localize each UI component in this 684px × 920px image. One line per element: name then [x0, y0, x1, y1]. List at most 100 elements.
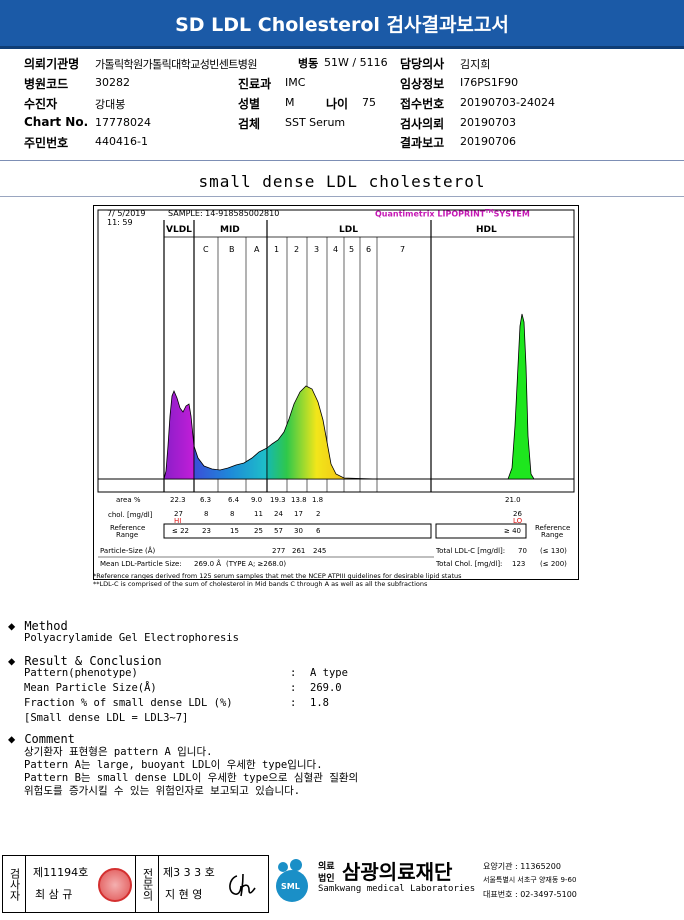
band-4: 4 [333, 245, 339, 254]
band-6: 6 [366, 245, 372, 254]
clinical-value: I76PS1F90 [460, 76, 519, 89]
diamond-bullet-icon: ◆ [8, 619, 16, 633]
report-footnotes: *Reference ranges derived from 125 serum… [93, 572, 462, 588]
band-5: 5 [349, 245, 355, 254]
area-b: 6.4 [228, 496, 240, 504]
mean-size-value: 269.0 Å [194, 560, 222, 568]
patient-label: 수진자 [24, 97, 58, 111]
peak-vldl [163, 389, 195, 480]
method-heading: Method [24, 619, 68, 633]
ref-a: 25 [254, 527, 263, 535]
inst-label: 의뢰기관명 [24, 57, 80, 71]
band-a: A [254, 245, 260, 254]
ref-hdl: ≥ 40 [504, 527, 521, 535]
peak-ldl [266, 385, 378, 480]
company-address: 서울특별시 서초구 양재동 9-60 [483, 876, 577, 884]
company-name: 삼광의료재단 [342, 860, 453, 884]
request-value: 20190703 [460, 116, 516, 129]
diamond-bullet-icon: ◆ [8, 732, 16, 746]
report-title: SD LDL Cholesterol 검사결과보고서 [0, 0, 684, 49]
specimen-label: 검체 [238, 117, 261, 131]
examiner-label: 검사자 [3, 856, 26, 912]
seal-stamp-icon [98, 868, 132, 902]
band-c: C [203, 245, 209, 254]
group-ldl: LDL [339, 225, 358, 235]
hi-flag: HI [174, 517, 182, 525]
chart-no-value: 17778024 [95, 116, 151, 129]
footnote-1: *Reference ranges derived from 125 serum… [93, 572, 462, 580]
ref-2: 30 [294, 527, 303, 535]
ref-1: 57 [274, 527, 283, 535]
separator-line [0, 160, 684, 161]
sex-label: 성별 [238, 97, 261, 111]
chol-a: 11 [254, 510, 263, 518]
rrn-value: 440416-1 [95, 135, 148, 148]
examiner-name: 최 삼 규 [35, 888, 73, 901]
chart-no-label: Chart No. [24, 115, 89, 129]
result-colon: : [290, 682, 297, 694]
area-vldl: 22.3 [170, 496, 186, 504]
result-label-pattern: Pattern(phenotype) [24, 667, 138, 679]
age-label: 나이 [326, 97, 349, 111]
total-chol-value: 123 [512, 560, 526, 568]
band-7: 7 [400, 245, 406, 254]
chol-label: chol. [mg/dl] [108, 511, 153, 519]
chart-heading: small dense LDL cholesterol [198, 172, 486, 191]
group-vldl: VLDL [166, 225, 192, 235]
ref-vldl: ≤ 22 [172, 527, 189, 535]
chol-1: 24 [274, 510, 283, 518]
area-c: 6.3 [200, 496, 212, 504]
area-a: 9.0 [251, 496, 263, 504]
company-logo: SML [272, 858, 310, 902]
result-label-fraction: Fraction % of small dense LDL (%) [24, 697, 233, 709]
method-text: Polyacrylamide Gel Electrophoresis [24, 632, 239, 644]
specialist-label: 전문의 [135, 856, 159, 912]
ref-label-right-2: Range [541, 531, 564, 539]
total-ldl-ref: (≤ 130) [540, 547, 567, 555]
particle-size-3: 245 [313, 547, 327, 555]
report-time: 11: 59 [107, 218, 133, 227]
signature-box: 검사자 제11194호 최 삼 규 전문의 제3 3 3 호 지 현 영 [2, 855, 269, 913]
total-ldl-label: Total LDL-C [mg/dl]: [436, 547, 506, 555]
sample-id: SAMPLE: 14-918585002810 [168, 209, 280, 218]
brand-label: Quantimetrix LIPOPRINTTMSYSTEM [375, 209, 530, 219]
report-date: 7/ 5/2019 [107, 209, 146, 218]
ward-label: 병동 [298, 57, 319, 70]
lo-flag: LO [513, 517, 523, 525]
chol-c: 8 [204, 510, 209, 518]
chol-2: 17 [294, 510, 303, 518]
dept-value: IMC [285, 76, 306, 89]
particle-size-1: 277 [272, 547, 286, 555]
diamond-bullet-icon: ◆ [8, 654, 16, 668]
chol-3: 2 [316, 510, 321, 518]
chol-b: 8 [230, 510, 235, 518]
dept-label: 진료과 [238, 77, 272, 91]
group-mid: MID [220, 225, 240, 235]
mean-size-type: (TYPE A; ≥268.0) [226, 560, 287, 568]
electrophoresis-plot [97, 209, 575, 558]
hosp-code-label: 병원코드 [24, 77, 69, 91]
hosp-code-value: 30282 [95, 76, 130, 89]
doctor-label: 담당의사 [400, 57, 445, 71]
result-note: [Small dense LDL = LDL3~7] [24, 712, 189, 724]
result-label-size: Mean Particle Size(Å) [24, 682, 157, 694]
footnote-2: **LDL-C is comprised of the sum of chole… [93, 580, 428, 588]
care-code: 요양기관 : 11365200 [483, 862, 561, 871]
ref-label-2: Range [116, 531, 139, 539]
band-1: 1 [274, 245, 280, 254]
clinical-label: 임상정보 [400, 77, 445, 91]
mean-size-label: Mean LDL-Particle Size: [100, 560, 182, 568]
band-3: 3 [314, 245, 320, 254]
signature-icon [229, 873, 256, 897]
particle-size-label: Particle-Size (Å) [100, 547, 156, 555]
result-colon: : [290, 667, 297, 679]
corp-label-2: 법인 [318, 874, 335, 884]
specialist-name: 지 현 영 [165, 888, 203, 901]
area-hdl: 21.0 [505, 496, 521, 504]
area-3: 1.8 [312, 496, 324, 504]
receipt-value: 20190703-24024 [460, 96, 555, 109]
ref-c: 23 [202, 527, 211, 535]
request-label: 검사의뢰 [400, 117, 445, 131]
lipoprint-report: 7/ 5/2019 11: 59 SAMPLE: 14-918585002810… [93, 205, 579, 580]
sex-value: M [285, 96, 295, 109]
